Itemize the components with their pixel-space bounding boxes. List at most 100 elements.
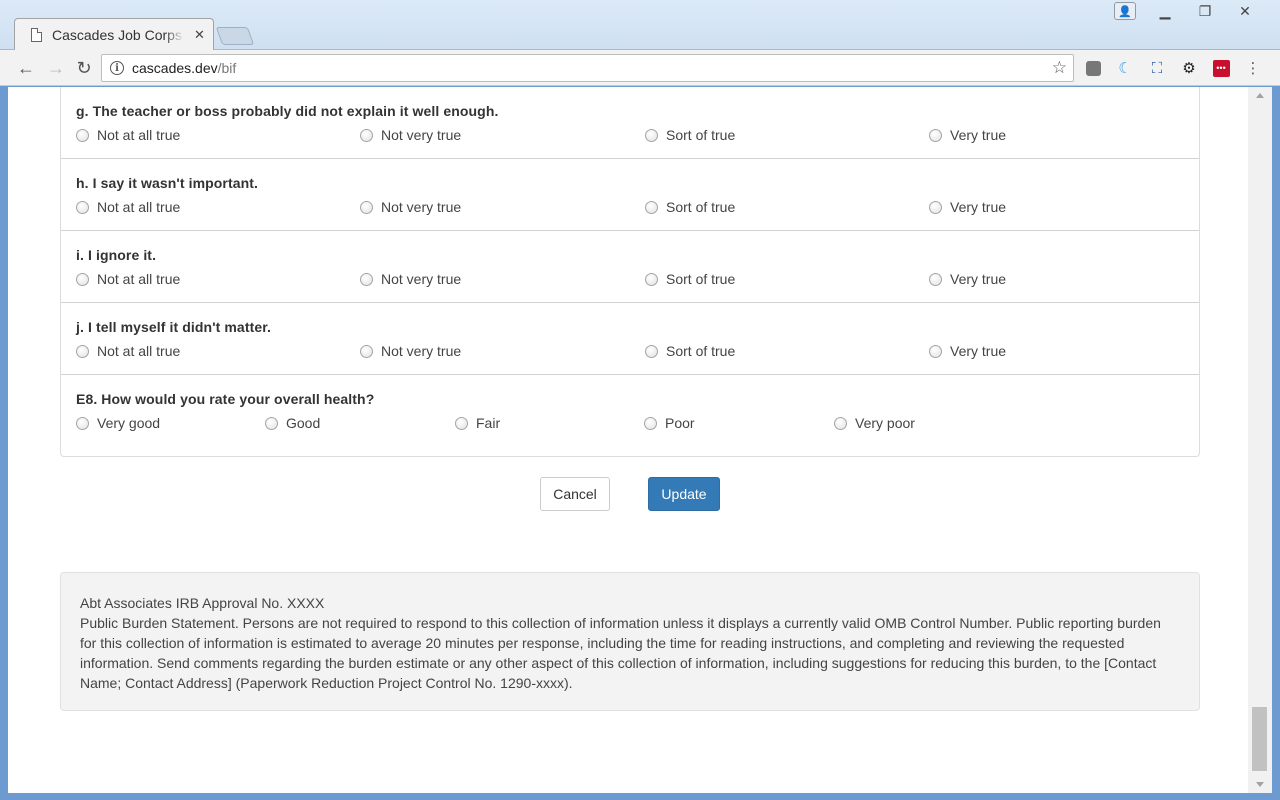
radio-button[interactable] bbox=[360, 344, 373, 358]
radio-button[interactable] bbox=[645, 200, 658, 214]
radio-button[interactable] bbox=[929, 272, 942, 286]
option-not-at-all-true[interactable]: Not at all true bbox=[76, 199, 180, 215]
radio-button[interactable] bbox=[645, 344, 658, 358]
radio-button[interactable] bbox=[455, 416, 468, 430]
question-e8: E8. How would you rate your overall heal… bbox=[61, 375, 1199, 475]
option-not-very-true[interactable]: Not very true bbox=[360, 271, 461, 287]
option-label: Very good bbox=[97, 415, 161, 431]
option-not-at-all-true[interactable]: Not at all true bbox=[76, 271, 180, 287]
new-tab-button[interactable] bbox=[215, 27, 255, 45]
public-burden-statement: Public Burden Statement. Persons are not… bbox=[80, 615, 1161, 691]
browser-tab[interactable]: Cascades Job Corps ✕ bbox=[14, 18, 214, 51]
radio-button[interactable] bbox=[360, 128, 373, 142]
scroll-up-arrow-icon[interactable] bbox=[1256, 93, 1264, 98]
option-label: Sort of true bbox=[666, 271, 736, 287]
option-label: Very true bbox=[950, 199, 1007, 215]
option-very-good[interactable]: Very good bbox=[76, 415, 160, 431]
option-label: Very true bbox=[950, 343, 1007, 359]
option-label: Not at all true bbox=[97, 271, 181, 287]
question-i: i. I ignore it. Not at all true Not very… bbox=[61, 231, 1199, 303]
radio-button[interactable] bbox=[76, 200, 89, 214]
option-poor[interactable]: Poor bbox=[644, 415, 695, 431]
scrollbar-thumb[interactable] bbox=[1252, 707, 1267, 771]
option-label: Good bbox=[286, 415, 321, 431]
document-icon bbox=[31, 28, 42, 42]
question-g: g. The teacher or boss probably did not … bbox=[61, 87, 1199, 159]
option-not-very-true[interactable]: Not very true bbox=[360, 343, 461, 359]
option-label: Very poor bbox=[855, 415, 915, 431]
option-not-at-all-true[interactable]: Not at all true bbox=[76, 127, 180, 143]
question-label: j. I tell myself it didn't matter. bbox=[76, 319, 271, 335]
radio-button[interactable] bbox=[360, 272, 373, 286]
browser-titlebar: Cascades Job Corps ✕ 👤 ▁ ❐ ✕ bbox=[0, 0, 1280, 51]
url-path: /bif bbox=[217, 60, 237, 76]
page-scrollbar[interactable] bbox=[1248, 87, 1272, 793]
option-label: Not very true bbox=[381, 199, 462, 215]
radio-button[interactable] bbox=[76, 272, 89, 286]
cancel-button[interactable]: Cancel bbox=[540, 477, 610, 511]
radio-button[interactable] bbox=[76, 128, 89, 142]
extension-square-icon[interactable] bbox=[1083, 58, 1103, 78]
extension-screen-icon[interactable]: ⛶ bbox=[1147, 58, 1167, 78]
option-label: Very true bbox=[950, 127, 1007, 143]
radio-button[interactable] bbox=[76, 344, 89, 358]
radio-button[interactable] bbox=[645, 272, 658, 286]
bookmark-star-icon[interactable]: ☆ bbox=[1052, 58, 1067, 78]
maximize-icon[interactable]: ❐ bbox=[1185, 0, 1225, 22]
option-very-true[interactable]: Very true bbox=[929, 343, 1006, 359]
option-label: Not very true bbox=[381, 271, 462, 287]
page-viewport: g. The teacher or boss probably did not … bbox=[8, 87, 1248, 793]
radio-button[interactable] bbox=[929, 344, 942, 358]
question-label: E8. How would you rate your overall heal… bbox=[76, 391, 375, 407]
radio-button[interactable] bbox=[360, 200, 373, 214]
option-sort-of-true[interactable]: Sort of true bbox=[645, 271, 735, 287]
scroll-down-arrow-icon[interactable] bbox=[1256, 782, 1264, 787]
question-h: h. I say it wasn't important. Not at all… bbox=[61, 159, 1199, 231]
option-fair[interactable]: Fair bbox=[455, 415, 500, 431]
option-not-at-all-true[interactable]: Not at all true bbox=[76, 343, 180, 359]
reload-icon[interactable]: ↻ bbox=[72, 56, 96, 80]
address-bar[interactable]: i cascades.dev/bif ☆ bbox=[101, 54, 1074, 82]
profile-icon[interactable]: 👤 bbox=[1114, 2, 1136, 20]
option-label: Not very true bbox=[381, 343, 462, 359]
minimize-icon[interactable]: ▁ bbox=[1145, 0, 1185, 22]
window-frame-bottom bbox=[0, 793, 1280, 800]
radio-button[interactable] bbox=[645, 128, 658, 142]
extension-gear-icon[interactable]: ⚙ bbox=[1179, 58, 1199, 78]
option-label: Sort of true bbox=[666, 343, 736, 359]
radio-button[interactable] bbox=[929, 200, 942, 214]
question-j: j. I tell myself it didn't matter. Not a… bbox=[61, 303, 1199, 375]
option-label: Sort of true bbox=[666, 199, 736, 215]
question-label: g. The teacher or boss probably did not … bbox=[76, 103, 499, 119]
option-very-true[interactable]: Very true bbox=[929, 271, 1006, 287]
update-button[interactable]: Update bbox=[648, 477, 720, 511]
option-sort-of-true[interactable]: Sort of true bbox=[645, 199, 735, 215]
option-sort-of-true[interactable]: Sort of true bbox=[645, 127, 735, 143]
option-very-true[interactable]: Very true bbox=[929, 199, 1006, 215]
option-not-very-true[interactable]: Not very true bbox=[360, 199, 461, 215]
radio-button[interactable] bbox=[644, 416, 657, 430]
option-good[interactable]: Good bbox=[265, 415, 320, 431]
extension-wave-icon[interactable]: ☾ bbox=[1115, 58, 1135, 78]
browser-toolbar: ← → ↻ i cascades.dev/bif ☆ ☾ ⛶ ⚙ ••• ⋮ bbox=[0, 50, 1280, 86]
option-label: Not at all true bbox=[97, 343, 181, 359]
option-very-poor[interactable]: Very poor bbox=[834, 415, 915, 431]
radio-button[interactable] bbox=[929, 128, 942, 142]
menu-kebab-icon[interactable]: ⋮ bbox=[1243, 58, 1263, 78]
option-label: Very true bbox=[950, 271, 1007, 287]
site-info-icon[interactable]: i bbox=[110, 61, 124, 75]
close-tab-icon[interactable]: ✕ bbox=[194, 27, 205, 43]
forward-icon[interactable]: → bbox=[44, 56, 68, 80]
close-window-icon[interactable]: ✕ bbox=[1225, 0, 1265, 22]
burden-statement-box: Abt Associates IRB Approval No. XXXX Pub… bbox=[60, 572, 1200, 711]
radio-button[interactable] bbox=[834, 416, 847, 430]
option-not-very-true[interactable]: Not very true bbox=[360, 127, 461, 143]
extension-lastpass-icon[interactable]: ••• bbox=[1211, 58, 1231, 78]
tab-title: Cascades Job Corps bbox=[52, 27, 182, 43]
option-very-true[interactable]: Very true bbox=[929, 127, 1006, 143]
irb-approval-text: Abt Associates IRB Approval No. XXXX bbox=[80, 595, 325, 611]
radio-button[interactable] bbox=[265, 416, 278, 430]
radio-button[interactable] bbox=[76, 416, 89, 430]
option-sort-of-true[interactable]: Sort of true bbox=[645, 343, 735, 359]
back-icon[interactable]: ← bbox=[14, 56, 38, 80]
